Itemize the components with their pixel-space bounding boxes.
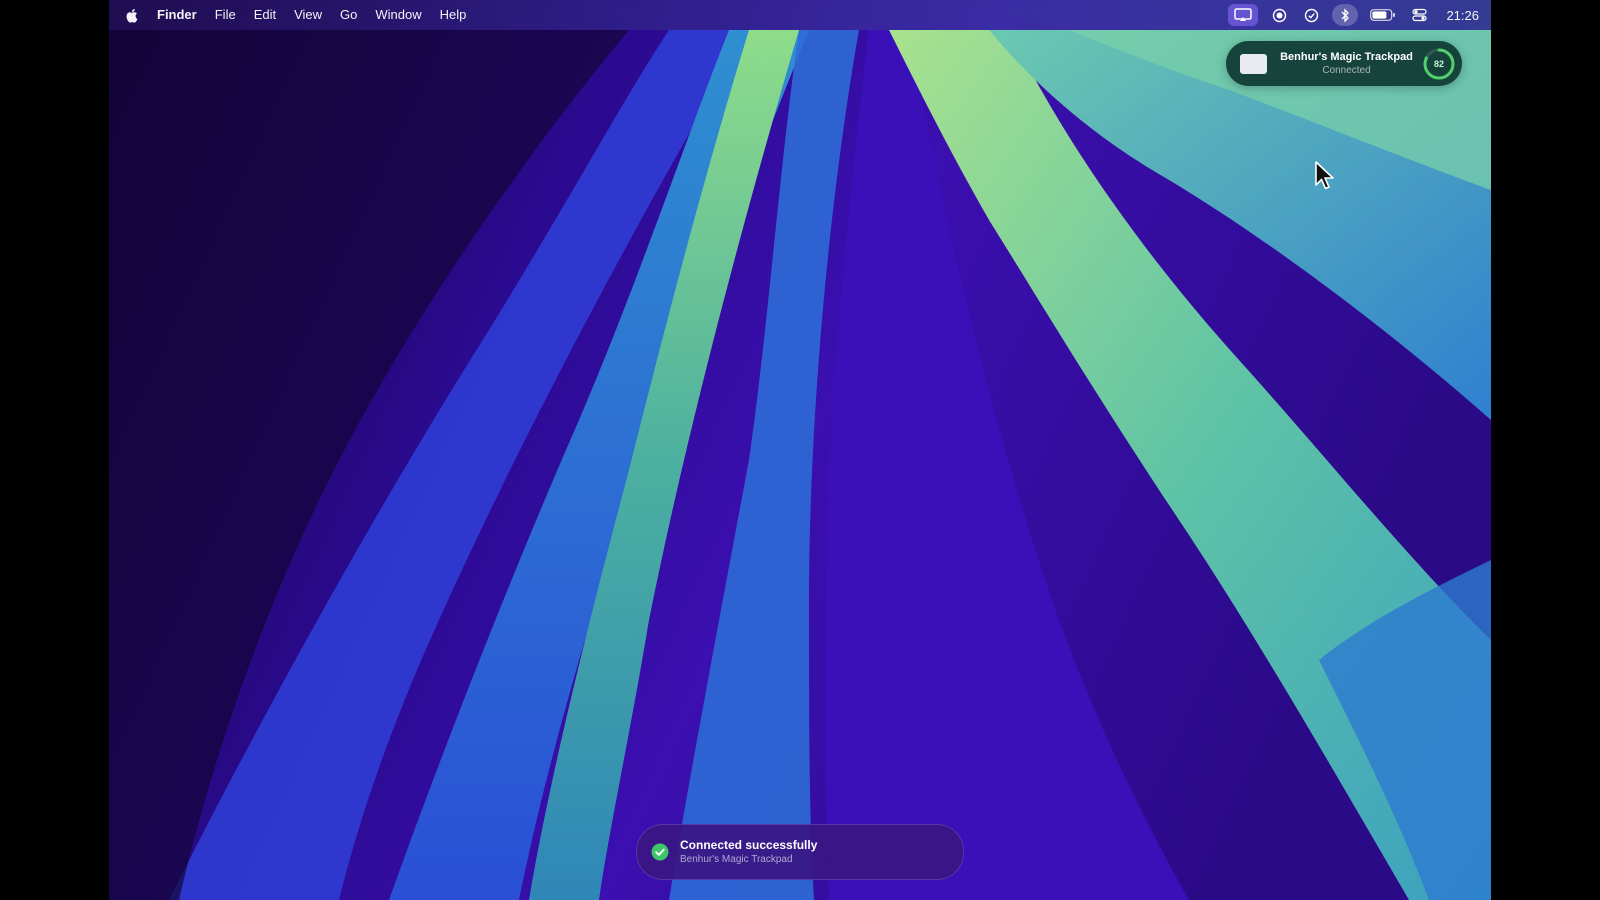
- check-circle-icon: [651, 843, 669, 861]
- battery-ring: 82: [1422, 47, 1456, 81]
- desktop-screen: Finder File Edit View Go Window Help 21:…: [109, 0, 1491, 900]
- mouse-cursor-icon: [1315, 161, 1334, 190]
- battery-icon[interactable]: [1368, 4, 1398, 26]
- check-circle-icon[interactable]: [1300, 4, 1322, 26]
- trackpad-connection-hud[interactable]: Benhur's Magic Trackpad Connected 82: [1226, 41, 1462, 86]
- menu-edit[interactable]: Edit: [245, 0, 285, 30]
- menu-file[interactable]: File: [206, 0, 245, 30]
- menu-bar-left: Finder File Edit View Go Window Help: [109, 0, 475, 30]
- toast-title: Connected successfully: [680, 838, 818, 852]
- hud-status: Connected: [1322, 64, 1371, 76]
- menu-bar-status: 21:26: [1228, 0, 1491, 30]
- hud-text: Benhur's Magic Trackpad Connected: [1267, 50, 1422, 78]
- menu-app-finder[interactable]: Finder: [153, 0, 206, 30]
- menu-view[interactable]: View: [285, 0, 331, 30]
- menu-window[interactable]: Window: [366, 0, 430, 30]
- battery-percent: 82: [1433, 58, 1444, 69]
- menu-bar: Finder File Edit View Go Window Help 21:…: [109, 0, 1491, 30]
- record-icon[interactable]: [1268, 4, 1290, 26]
- apple-logo-icon[interactable]: [121, 0, 141, 30]
- menu-help[interactable]: Help: [431, 0, 476, 30]
- trackpad-icon: [1240, 53, 1267, 74]
- control-center-icon[interactable]: [1408, 4, 1430, 26]
- menu-go[interactable]: Go: [331, 0, 366, 30]
- toast-text: Connected successfully Benhur's Magic Tr…: [680, 838, 817, 866]
- desktop-wallpaper: [109, 0, 1491, 900]
- connection-toast[interactable]: Connected successfully Benhur's Magic Tr…: [636, 824, 964, 880]
- screen-mirroring-icon[interactable]: [1228, 4, 1259, 26]
- menu-clock[interactable]: 21:26: [1446, 8, 1479, 23]
- hud-device-name: Benhur's Magic Trackpad: [1280, 50, 1413, 63]
- toast-subtitle: Benhur's Magic Trackpad: [680, 854, 793, 865]
- bluetooth-icon[interactable]: [1332, 4, 1359, 26]
